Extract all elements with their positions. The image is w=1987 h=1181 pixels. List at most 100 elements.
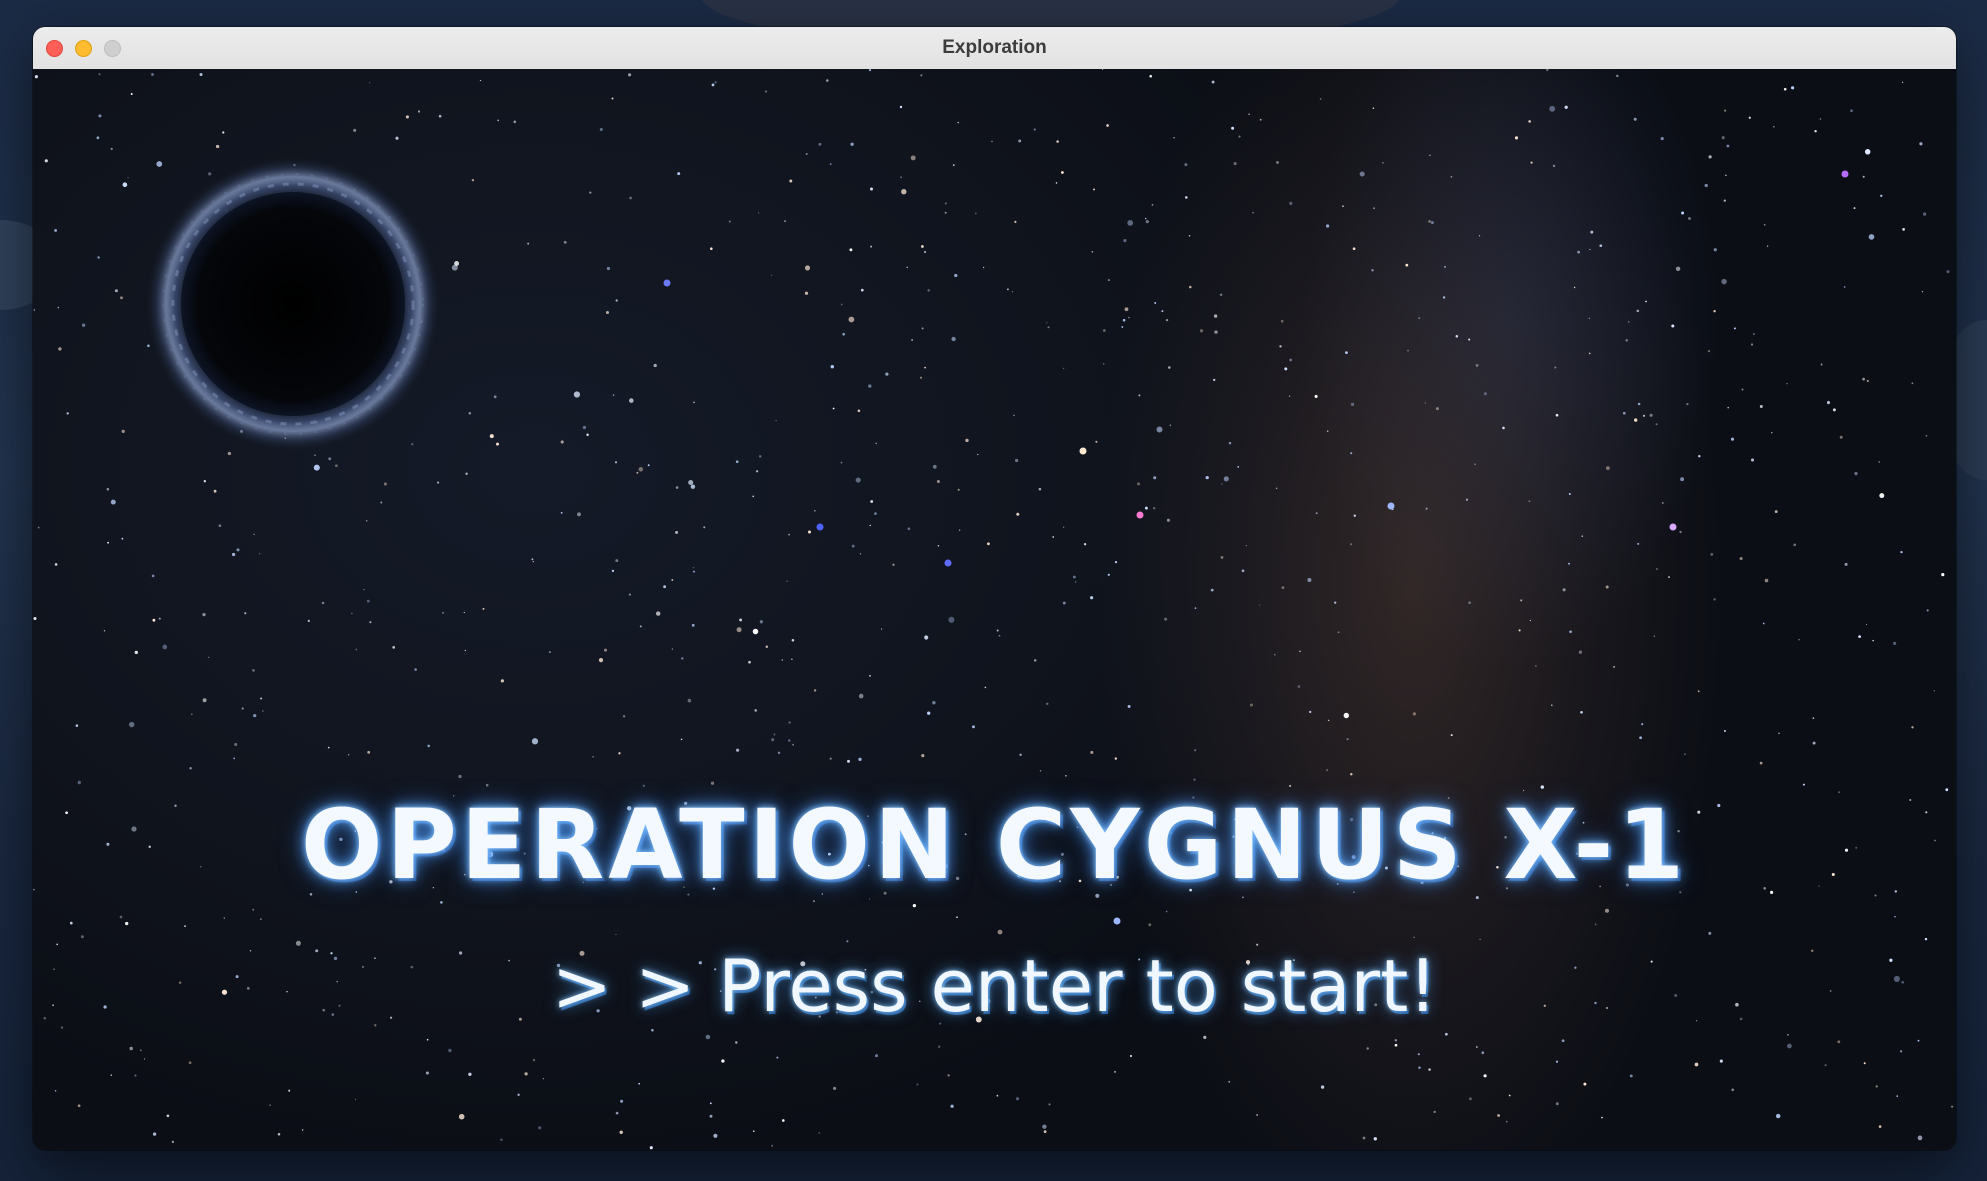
star xyxy=(465,472,468,475)
star xyxy=(1698,455,1701,458)
bright-star xyxy=(663,279,671,287)
star xyxy=(951,336,956,342)
star xyxy=(190,713,193,716)
star xyxy=(647,464,650,467)
star xyxy=(997,929,1003,935)
star xyxy=(128,721,135,728)
star xyxy=(636,471,639,474)
star xyxy=(236,548,240,552)
star xyxy=(1535,665,1537,667)
press-enter-prompt[interactable]: > > Press enter to start! xyxy=(33,944,1956,1028)
star xyxy=(1824,1064,1827,1067)
star xyxy=(1901,81,1904,84)
star xyxy=(1837,1040,1841,1044)
star xyxy=(97,256,100,259)
star xyxy=(171,1140,175,1144)
star xyxy=(405,115,409,119)
star xyxy=(1653,635,1656,637)
star xyxy=(262,710,264,712)
star xyxy=(606,266,610,271)
star xyxy=(1713,248,1717,252)
star xyxy=(1628,321,1630,323)
star xyxy=(958,529,961,531)
star xyxy=(1528,500,1531,503)
star xyxy=(954,273,958,278)
star xyxy=(1309,710,1312,714)
bright-star xyxy=(1841,170,1849,178)
star xyxy=(1708,931,1712,935)
star xyxy=(1221,483,1223,485)
star xyxy=(1114,1071,1116,1073)
star xyxy=(1719,1059,1723,1063)
star xyxy=(1478,235,1481,237)
star xyxy=(754,709,757,712)
star xyxy=(1455,335,1459,338)
star xyxy=(638,467,644,472)
star xyxy=(1766,245,1769,247)
star xyxy=(1093,188,1095,191)
star xyxy=(612,394,615,396)
star xyxy=(859,553,862,555)
star xyxy=(1152,506,1156,510)
star xyxy=(1697,690,1700,693)
star xyxy=(1428,219,1432,223)
star xyxy=(911,339,914,341)
star xyxy=(1011,291,1014,293)
star xyxy=(1114,560,1118,564)
star xyxy=(814,510,816,512)
star xyxy=(1483,392,1487,396)
star xyxy=(37,526,40,529)
star xyxy=(1144,506,1148,510)
star xyxy=(152,618,156,622)
star xyxy=(791,638,795,642)
star xyxy=(753,1130,755,1132)
star xyxy=(1924,937,1928,941)
star xyxy=(1546,69,1549,72)
star xyxy=(66,412,69,415)
star xyxy=(151,574,155,578)
star xyxy=(956,916,958,919)
star xyxy=(714,81,717,84)
star xyxy=(901,189,907,195)
star xyxy=(1188,234,1191,237)
star xyxy=(1055,182,1058,184)
star xyxy=(1047,326,1050,329)
star xyxy=(614,461,618,464)
star xyxy=(1289,358,1293,362)
star xyxy=(932,464,937,469)
star xyxy=(847,759,850,763)
star xyxy=(1564,105,1568,109)
star xyxy=(1843,286,1846,288)
star xyxy=(611,569,615,573)
star xyxy=(1442,296,1446,299)
star xyxy=(577,512,581,517)
star xyxy=(829,163,832,166)
star xyxy=(1153,476,1157,480)
star xyxy=(1858,635,1861,638)
star xyxy=(1820,363,1823,366)
star xyxy=(560,440,564,444)
star xyxy=(1137,482,1140,486)
game-canvas[interactable]: OPERATION CYGNUS X-1 > > Press enter to … xyxy=(33,69,1956,1150)
star xyxy=(1863,1062,1866,1065)
star xyxy=(471,178,475,182)
star xyxy=(1529,619,1532,622)
star xyxy=(1812,741,1816,745)
star xyxy=(121,537,124,540)
window-titlebar[interactable]: Exploration xyxy=(33,27,1956,70)
star xyxy=(1465,498,1469,501)
star xyxy=(680,738,683,741)
star xyxy=(1725,174,1727,176)
star xyxy=(1730,437,1735,441)
star xyxy=(681,657,684,660)
star xyxy=(1475,363,1479,367)
star xyxy=(692,567,695,569)
star xyxy=(932,701,936,705)
star xyxy=(1203,1035,1207,1040)
star xyxy=(363,588,365,591)
star xyxy=(532,1058,536,1062)
star xyxy=(1505,1120,1508,1123)
star xyxy=(833,1086,837,1090)
star xyxy=(1639,736,1642,740)
star xyxy=(1896,1095,1899,1097)
